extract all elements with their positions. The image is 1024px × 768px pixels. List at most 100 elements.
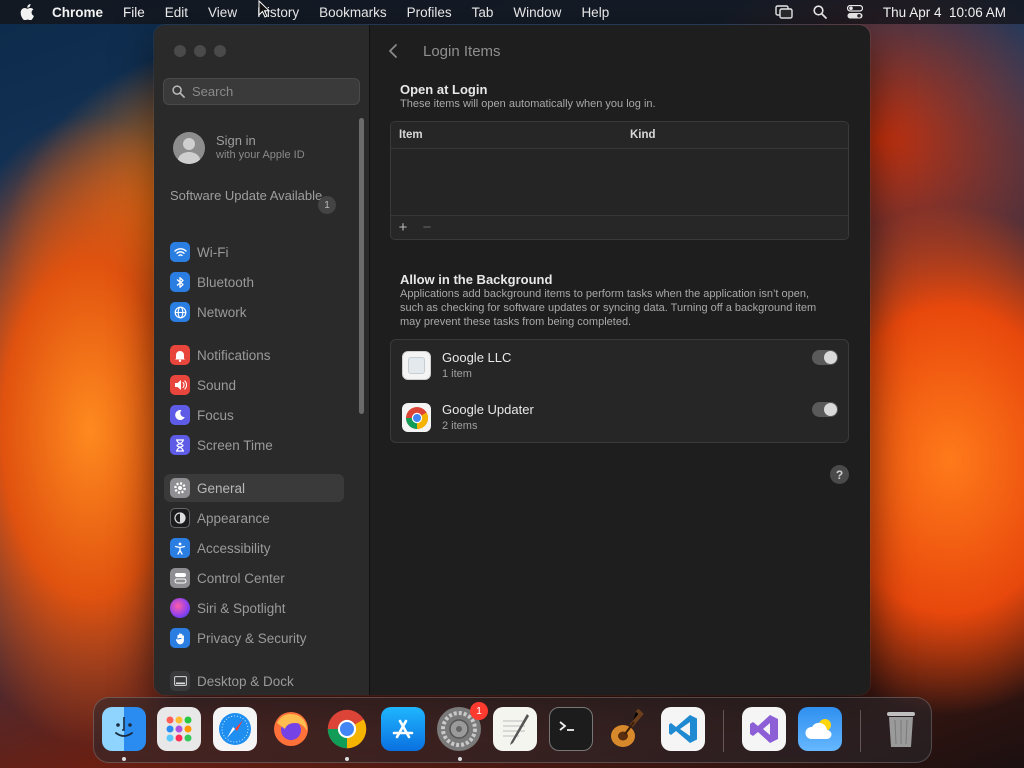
- terminal-icon[interactable]: [549, 707, 593, 751]
- dock: 1: [93, 697, 932, 763]
- table-footer: + −: [391, 215, 848, 239]
- allow-background-heading: Allow in the Background: [400, 272, 553, 287]
- sidebar-item-label: Wi-Fi: [197, 244, 229, 260]
- firefox-icon[interactable]: [269, 707, 313, 751]
- gear-icon: [170, 478, 190, 498]
- sidebar-item-notifications[interactable]: Notifications: [164, 341, 344, 369]
- dock-separator: [723, 710, 724, 752]
- menu-clock[interactable]: Thu Apr 4 10:06 AM: [883, 5, 1006, 20]
- garageband-icon[interactable]: [605, 707, 649, 751]
- sidebar-item-bluetooth[interactable]: Bluetooth: [164, 268, 344, 296]
- sidebar-item-label: Accessibility: [197, 540, 271, 556]
- background-items-list: Google LLC 1 item Google Updater 2 items: [390, 339, 849, 443]
- page-title: Login Items: [423, 42, 501, 60]
- add-login-item-button[interactable]: +: [391, 219, 415, 236]
- chrome-icon[interactable]: [325, 707, 369, 751]
- menu-bookmarks[interactable]: Bookmarks: [319, 5, 387, 20]
- menu-tab[interactable]: Tab: [472, 5, 494, 20]
- control-center-icon: [170, 568, 190, 588]
- safari-icon[interactable]: [213, 707, 257, 751]
- screen-mirroring-icon[interactable]: [775, 5, 793, 19]
- sidebar-item-label: General: [197, 480, 246, 496]
- open-at-login-heading: Open at Login: [400, 82, 488, 97]
- google-llc-toggle[interactable]: [812, 350, 838, 365]
- sidebar-item-label: Network: [197, 304, 247, 320]
- sidebar-item-wifi[interactable]: Wi-Fi: [164, 238, 344, 266]
- column-header-kind[interactable]: Kind: [630, 129, 656, 141]
- dock-icon: [170, 671, 190, 691]
- sidebar-item-appearance[interactable]: Appearance: [164, 504, 344, 532]
- apple-menu-icon[interactable]: [20, 4, 34, 20]
- sidebar-search[interactable]: [163, 78, 360, 105]
- background-item-name: Google LLC: [442, 350, 512, 365]
- finder-icon[interactable]: [102, 707, 146, 751]
- sidebar-item-desktop-dock[interactable]: Desktop & Dock: [164, 667, 344, 695]
- sidebar-item-siri-spotlight[interactable]: Siri & Spotlight: [164, 594, 344, 622]
- login-items-table[interactable]: Item Kind + −: [390, 121, 849, 240]
- login-items-pane: Login Items Open at Login These items wi…: [370, 25, 870, 695]
- sidebar-item-focus[interactable]: Focus: [164, 401, 344, 429]
- sidebar-item-general[interactable]: General: [164, 474, 344, 502]
- google-updater-toggle[interactable]: [812, 402, 838, 417]
- background-item-count: 2 items: [442, 420, 478, 432]
- menu-edit[interactable]: Edit: [165, 5, 188, 20]
- column-header-item[interactable]: Item: [399, 129, 630, 141]
- control-center-icon[interactable]: [846, 5, 863, 19]
- menu-window[interactable]: Window: [513, 5, 561, 20]
- sidebar-item-label: Focus: [197, 407, 234, 423]
- menu-file[interactable]: File: [123, 5, 145, 20]
- system-settings-window: Sign in with your Apple ID Software Upda…: [154, 25, 870, 695]
- hourglass-icon: [170, 435, 190, 455]
- help-button[interactable]: ?: [830, 465, 849, 484]
- sidebar-item-network[interactable]: Network: [164, 298, 344, 326]
- siri-icon: [170, 598, 190, 618]
- sidebar-item-privacy-security[interactable]: Privacy & Security: [164, 624, 344, 652]
- menu-help[interactable]: Help: [581, 5, 609, 20]
- mouse-cursor-icon: [258, 0, 271, 23]
- sidebar-item-accessibility[interactable]: Accessibility: [164, 534, 344, 562]
- wifi-icon: [170, 242, 190, 262]
- sidebar-item-label: Desktop & Dock: [197, 673, 294, 689]
- textedit-icon[interactable]: [493, 707, 537, 751]
- allow-background-description: Applications add background items to per…: [400, 288, 817, 328]
- open-at-login-subtitle: These items will open automatically when…: [400, 98, 656, 110]
- window-controls: [174, 45, 226, 57]
- sidebar-scrollbar[interactable]: [359, 118, 364, 414]
- menu-app-name[interactable]: Chrome: [52, 5, 103, 20]
- trash-icon[interactable]: [879, 707, 923, 751]
- search-icon: [172, 85, 185, 98]
- close-window-button[interactable]: [174, 45, 186, 57]
- accessibility-icon: [170, 538, 190, 558]
- menu-view[interactable]: View: [208, 5, 237, 20]
- list-item[interactable]: Google Updater 2 items: [391, 392, 848, 444]
- vscode-icon[interactable]: [661, 707, 705, 751]
- bluetooth-icon: [170, 272, 190, 292]
- settings-update-badge: 1: [470, 702, 488, 720]
- sidebar-item-sound[interactable]: Sound: [164, 371, 344, 399]
- zoom-window-button[interactable]: [214, 45, 226, 57]
- apple-id-signin[interactable]: Sign in with your Apple ID: [173, 132, 305, 164]
- background-item-count: 1 item: [442, 368, 472, 380]
- minimize-window-button[interactable]: [194, 45, 206, 57]
- search-input[interactable]: [192, 84, 352, 99]
- menu-profiles[interactable]: Profiles: [407, 5, 452, 20]
- moon-icon: [170, 405, 190, 425]
- globe-icon: [170, 302, 190, 322]
- software-update-label[interactable]: Software Update Available: [170, 188, 342, 204]
- menu-bar: Chrome File Edit View History Bookmarks …: [0, 0, 1024, 24]
- list-item[interactable]: Google LLC 1 item: [391, 340, 848, 392]
- back-chevron-icon[interactable]: [388, 42, 406, 60]
- weather-icon[interactable]: [798, 707, 842, 751]
- appearance-icon: [170, 508, 190, 528]
- hand-icon: [170, 628, 190, 648]
- launchpad-icon[interactable]: [157, 707, 201, 751]
- sidebar-item-screen-time[interactable]: Screen Time: [164, 431, 344, 459]
- visual-studio-icon[interactable]: [742, 707, 786, 751]
- sidebar-item-control-center[interactable]: Control Center: [164, 564, 344, 592]
- spotlight-search-icon[interactable]: [813, 5, 827, 19]
- sidebar-item-label: Appearance: [197, 510, 270, 526]
- background-item-name: Google Updater: [442, 402, 534, 417]
- speaker-icon: [170, 375, 190, 395]
- remove-login-item-button[interactable]: −: [415, 219, 439, 236]
- app-store-icon[interactable]: [381, 707, 425, 751]
